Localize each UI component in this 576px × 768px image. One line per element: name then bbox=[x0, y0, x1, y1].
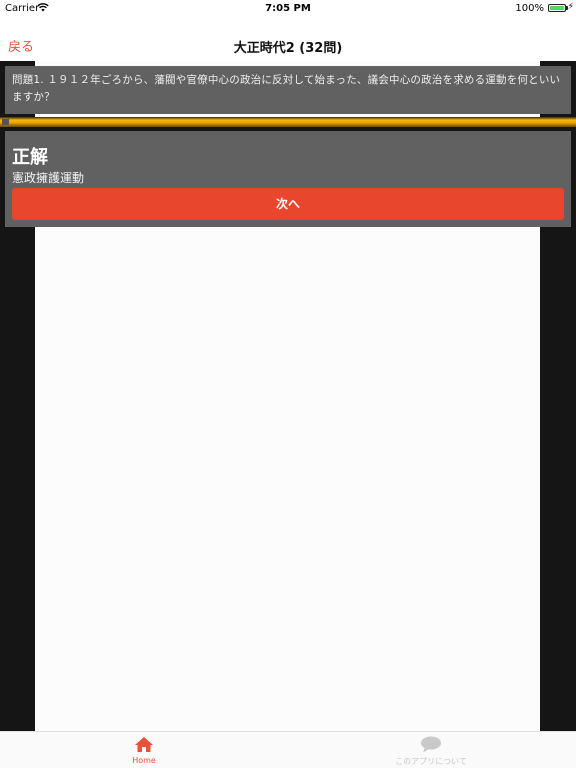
question-panel: 問題1. １９１２年ごろから、藩閥や官僚中心の政治に反対して始まった、議会中心の… bbox=[5, 66, 571, 114]
question-text: 問題1. １９１２年ごろから、藩閥や官僚中心の政治に反対して始まった、議会中心の… bbox=[12, 74, 561, 103]
answer-text: 憲政擁護運動 bbox=[12, 171, 85, 185]
answer-heading: 正解 bbox=[12, 147, 48, 168]
battery-percent: 100% bbox=[515, 3, 544, 14]
next-button[interactable]: 次へ bbox=[12, 188, 564, 220]
status-bar: Carrier 7:05 PM 100% ⚡ bbox=[0, 0, 576, 16]
home-icon bbox=[135, 737, 153, 752]
tab-home-label: Home bbox=[132, 756, 156, 765]
battery-icon bbox=[548, 4, 566, 12]
tab-home[interactable]: Home bbox=[84, 736, 204, 765]
progress-bar bbox=[0, 117, 576, 127]
tab-about[interactable]: このアプリについて bbox=[371, 736, 491, 767]
clock: 7:05 PM bbox=[265, 3, 311, 14]
charging-icon: ⚡ bbox=[567, 2, 574, 12]
tab-about-label: このアプリについて bbox=[395, 757, 467, 766]
answer-panel: 正解 憲政擁護運動 次へ bbox=[5, 131, 571, 227]
speech-bubble-icon bbox=[421, 736, 441, 753]
progress-knob bbox=[2, 119, 9, 125]
page-title: 大正時代2 (32問) bbox=[233, 41, 343, 56]
navigation-bar: 戻る 大正時代2 (32問) bbox=[0, 16, 576, 61]
tab-bar: Home このアプリについて bbox=[0, 731, 576, 768]
